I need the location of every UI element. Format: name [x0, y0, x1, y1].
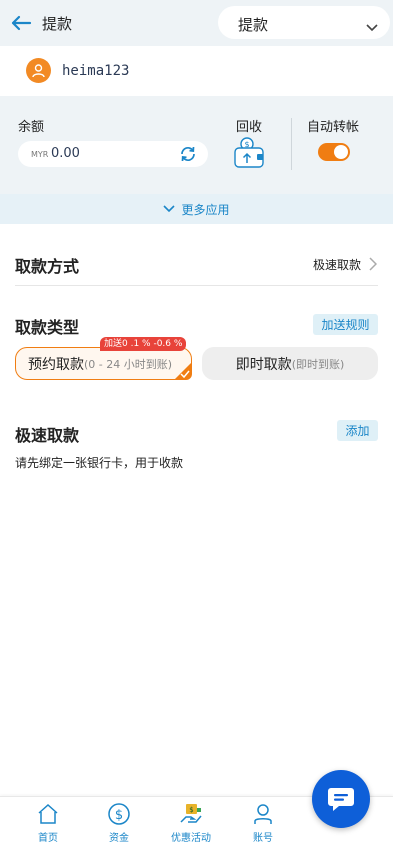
wallet-panel: 余额 MYR 0.00 回收 $ 自动转帐 [0, 96, 393, 194]
selected-check-icon [174, 362, 192, 380]
divider [291, 118, 292, 170]
chevron-right-icon[interactable] [369, 256, 378, 275]
option-instant-withdraw[interactable]: 即时取款 (即时到账) [202, 347, 378, 380]
chevron-down-icon [366, 17, 378, 36]
page-select-value: 提款 [238, 16, 269, 34]
wallet-recycle-icon[interactable]: $ [232, 137, 266, 173]
recycle-label: 回收 [236, 120, 263, 135]
withdraw-type-title: 取款类型 [15, 318, 80, 337]
withdraw-method-value[interactable]: 极速取款 [313, 256, 361, 273]
chevron-down-icon [163, 202, 176, 216]
gift-icon: $ [180, 804, 202, 823]
toggle-knob [334, 145, 348, 159]
balance-value: 0.00 [51, 146, 80, 161]
dollar-icon: $ [108, 803, 130, 825]
balance-label: 余额 [18, 120, 45, 135]
option-label: 预约取款 [28, 356, 84, 373]
fast-withdraw-title: 极速取款 [15, 426, 80, 445]
tab-label: 账号 [253, 833, 273, 844]
option-sub: (0 - 24 小时到账) [84, 357, 173, 371]
more-apps-bar[interactable]: 更多应用 [0, 194, 393, 224]
username: heima123 [62, 63, 130, 79]
user-row: heima123 [0, 46, 393, 96]
tab-home[interactable]: 首页 [18, 802, 78, 844]
back-arrow-icon[interactable] [8, 10, 34, 36]
header: 提款 提款 [0, 0, 393, 46]
bonus-badge: 加送0 .1 % -0.6 % [100, 337, 187, 351]
add-button[interactable]: 添加 [337, 420, 378, 441]
tab-funds[interactable]: $ 资金 [89, 802, 149, 844]
option-scheduled-withdraw[interactable]: 预约取款 (0 - 24 小时到账) [15, 347, 192, 380]
page-select-dropdown[interactable]: 提款 [218, 6, 390, 39]
divider [15, 285, 378, 286]
refresh-icon[interactable] [179, 145, 197, 167]
chat-support-button[interactable] [312, 770, 370, 828]
tab-account[interactable]: 账号 [233, 802, 293, 844]
user-avatar-icon [26, 58, 51, 83]
bonus-rules-button[interactable]: 加送规则 [313, 314, 378, 335]
auto-transfer-toggle[interactable] [318, 143, 350, 161]
option-label: 即时取款 [235, 356, 292, 373]
more-apps-label: 更多应用 [181, 202, 230, 217]
auto-transfer-label: 自动转帐 [307, 120, 360, 135]
svg-text:$: $ [115, 808, 123, 823]
tab-label: 优惠活动 [171, 833, 211, 844]
currency-code: MYR [31, 150, 49, 159]
option-sub: (即时到账) [291, 357, 345, 371]
svg-text:$: $ [189, 806, 193, 814]
withdraw-method-title: 取款方式 [15, 257, 80, 276]
tab-label: 首页 [38, 833, 58, 844]
tab-promotions[interactable]: $ 优惠活动 [161, 802, 221, 844]
page-title: 提款 [42, 15, 73, 33]
user-icon [254, 804, 272, 824]
bind-card-hint: 请先绑定一张银行卡，用于收款 [15, 456, 184, 470]
balance-box: MYR 0.00 [18, 141, 208, 167]
chat-icon [328, 788, 354, 811]
home-icon [38, 803, 58, 824]
tab-label: 资金 [109, 833, 129, 844]
